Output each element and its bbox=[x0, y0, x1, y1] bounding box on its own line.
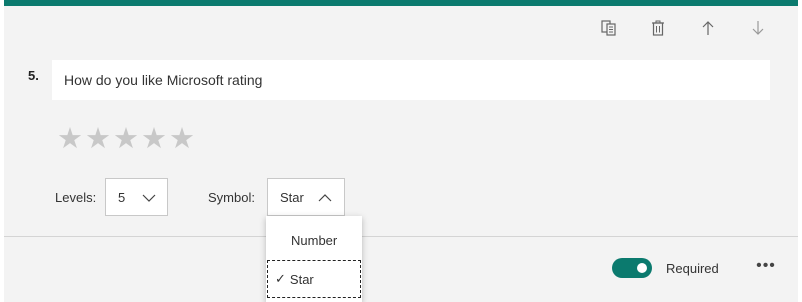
more-options-button[interactable]: ••• bbox=[754, 254, 778, 278]
menu-option-number[interactable]: Number bbox=[266, 220, 362, 260]
arrow-up-icon bbox=[702, 21, 714, 35]
symbol-dropdown[interactable]: Star bbox=[267, 178, 345, 216]
levels-dropdown[interactable]: 5 bbox=[105, 178, 168, 216]
move-down-button[interactable] bbox=[744, 14, 772, 42]
move-up-button[interactable] bbox=[694, 14, 722, 42]
menu-option-label: Number bbox=[291, 232, 338, 248]
copy-button[interactable] bbox=[595, 14, 623, 42]
question-card: 5. How do you like Microsoft rating ★ ★ … bbox=[4, 0, 798, 302]
levels-value: 5 bbox=[118, 189, 126, 205]
delete-button[interactable] bbox=[644, 14, 672, 42]
symbol-value: Star bbox=[280, 189, 304, 205]
rating-stars: ★ ★ ★ ★ ★ bbox=[56, 124, 196, 154]
check-icon: ✓ bbox=[275, 271, 286, 286]
chevron-down-icon bbox=[142, 194, 156, 202]
copy-icon bbox=[601, 20, 616, 36]
trash-icon bbox=[652, 20, 664, 36]
star-icon: ★ bbox=[141, 123, 167, 155]
chevron-up-icon bbox=[318, 194, 332, 202]
arrow-down-icon bbox=[752, 21, 764, 35]
required-label: Required bbox=[666, 261, 719, 276]
star-icon: ★ bbox=[57, 123, 83, 155]
levels-label: Levels: bbox=[55, 190, 97, 205]
menu-option-label: Star bbox=[289, 271, 314, 287]
required-toggle[interactable] bbox=[612, 258, 652, 278]
star-icon: ★ bbox=[169, 123, 195, 155]
question-title-input[interactable]: How do you like Microsoft rating bbox=[52, 60, 770, 100]
accent-bar bbox=[4, 0, 798, 6]
star-icon: ★ bbox=[113, 123, 139, 155]
symbol-dropdown-menu: Number ✓ Star bbox=[266, 216, 362, 302]
menu-option-star[interactable]: ✓ Star bbox=[267, 260, 361, 298]
more-icon: ••• bbox=[756, 257, 776, 274]
divider bbox=[4, 236, 798, 237]
symbol-label: Symbol: bbox=[208, 190, 255, 205]
toggle-knob bbox=[637, 263, 647, 273]
star-icon: ★ bbox=[85, 123, 111, 155]
question-number: 5. bbox=[28, 68, 39, 83]
